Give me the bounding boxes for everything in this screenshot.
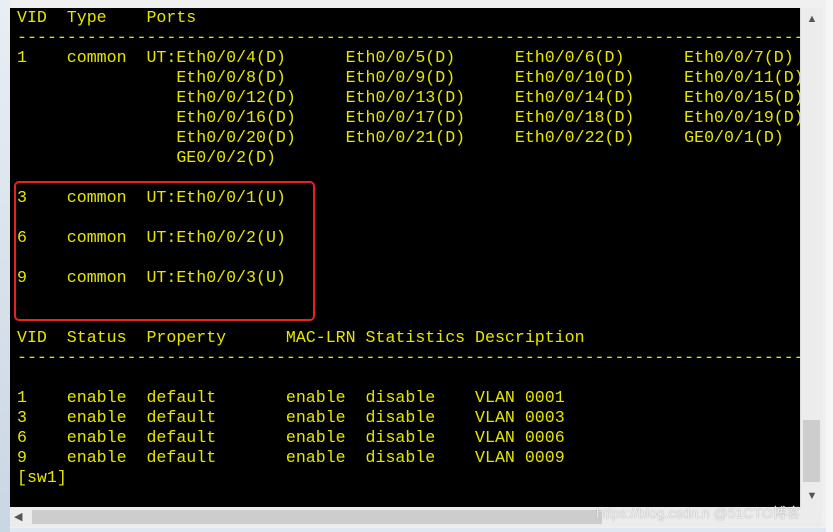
chevron-down-icon[interactable]: ▼ [801, 487, 823, 505]
terminal-line: 9 enable default enable disable VLAN 000… [17, 448, 565, 467]
window-right-edge [826, 0, 833, 532]
chevron-up-icon[interactable]: ▲ [801, 10, 823, 28]
terminal-line: VID Type Ports [17, 8, 197, 27]
vertical-scroll-thumb[interactable] [803, 420, 820, 482]
terminal-line: 1 common UT:Eth0/0/4(D) Eth0/0/5(D) Eth0… [17, 48, 794, 67]
terminal-line: Eth0/0/20(D) Eth0/0/21(D) Eth0/0/22(D) G… [17, 128, 784, 147]
vlan-highlight-box [14, 181, 315, 321]
terminal-line: Eth0/0/8(D) Eth0/0/9(D) Eth0/0/10(D) Eth… [17, 68, 800, 87]
terminal-line: Eth0/0/12(D) Eth0/0/13(D) Eth0/0/14(D) E… [17, 88, 800, 107]
terminal-line: ----------------------------------------… [17, 348, 800, 367]
vertical-scrollbar[interactable]: ▲ ▼ [800, 8, 823, 507]
horizontal-scroll-thumb[interactable] [32, 510, 602, 524]
terminal-output[interactable]: VID Type Ports --------------------------… [10, 8, 800, 507]
chevron-left-icon[interactable]: ◀ [14, 507, 22, 527]
terminal-line: 3 enable default enable disable VLAN 000… [17, 408, 565, 427]
terminal-line: 6 enable default enable disable VLAN 000… [17, 428, 565, 447]
terminal-line: [sw1] [17, 468, 67, 487]
terminal-line: Eth0/0/16(D) Eth0/0/17(D) Eth0/0/18(D) E… [17, 108, 800, 127]
terminal-line: GE0/0/2(D) [17, 148, 276, 167]
terminal-line: 1 enable default enable disable VLAN 000… [17, 388, 565, 407]
watermark: https://blog.csdn.n @51CTO博客 [596, 505, 801, 521]
background-window-edge [0, 0, 10, 532]
resize-grip[interactable] [800, 507, 822, 527]
terminal-line: VID Status Property MAC-LRN Statistics D… [17, 328, 585, 347]
terminal-line: ----------------------------------------… [17, 28, 800, 47]
